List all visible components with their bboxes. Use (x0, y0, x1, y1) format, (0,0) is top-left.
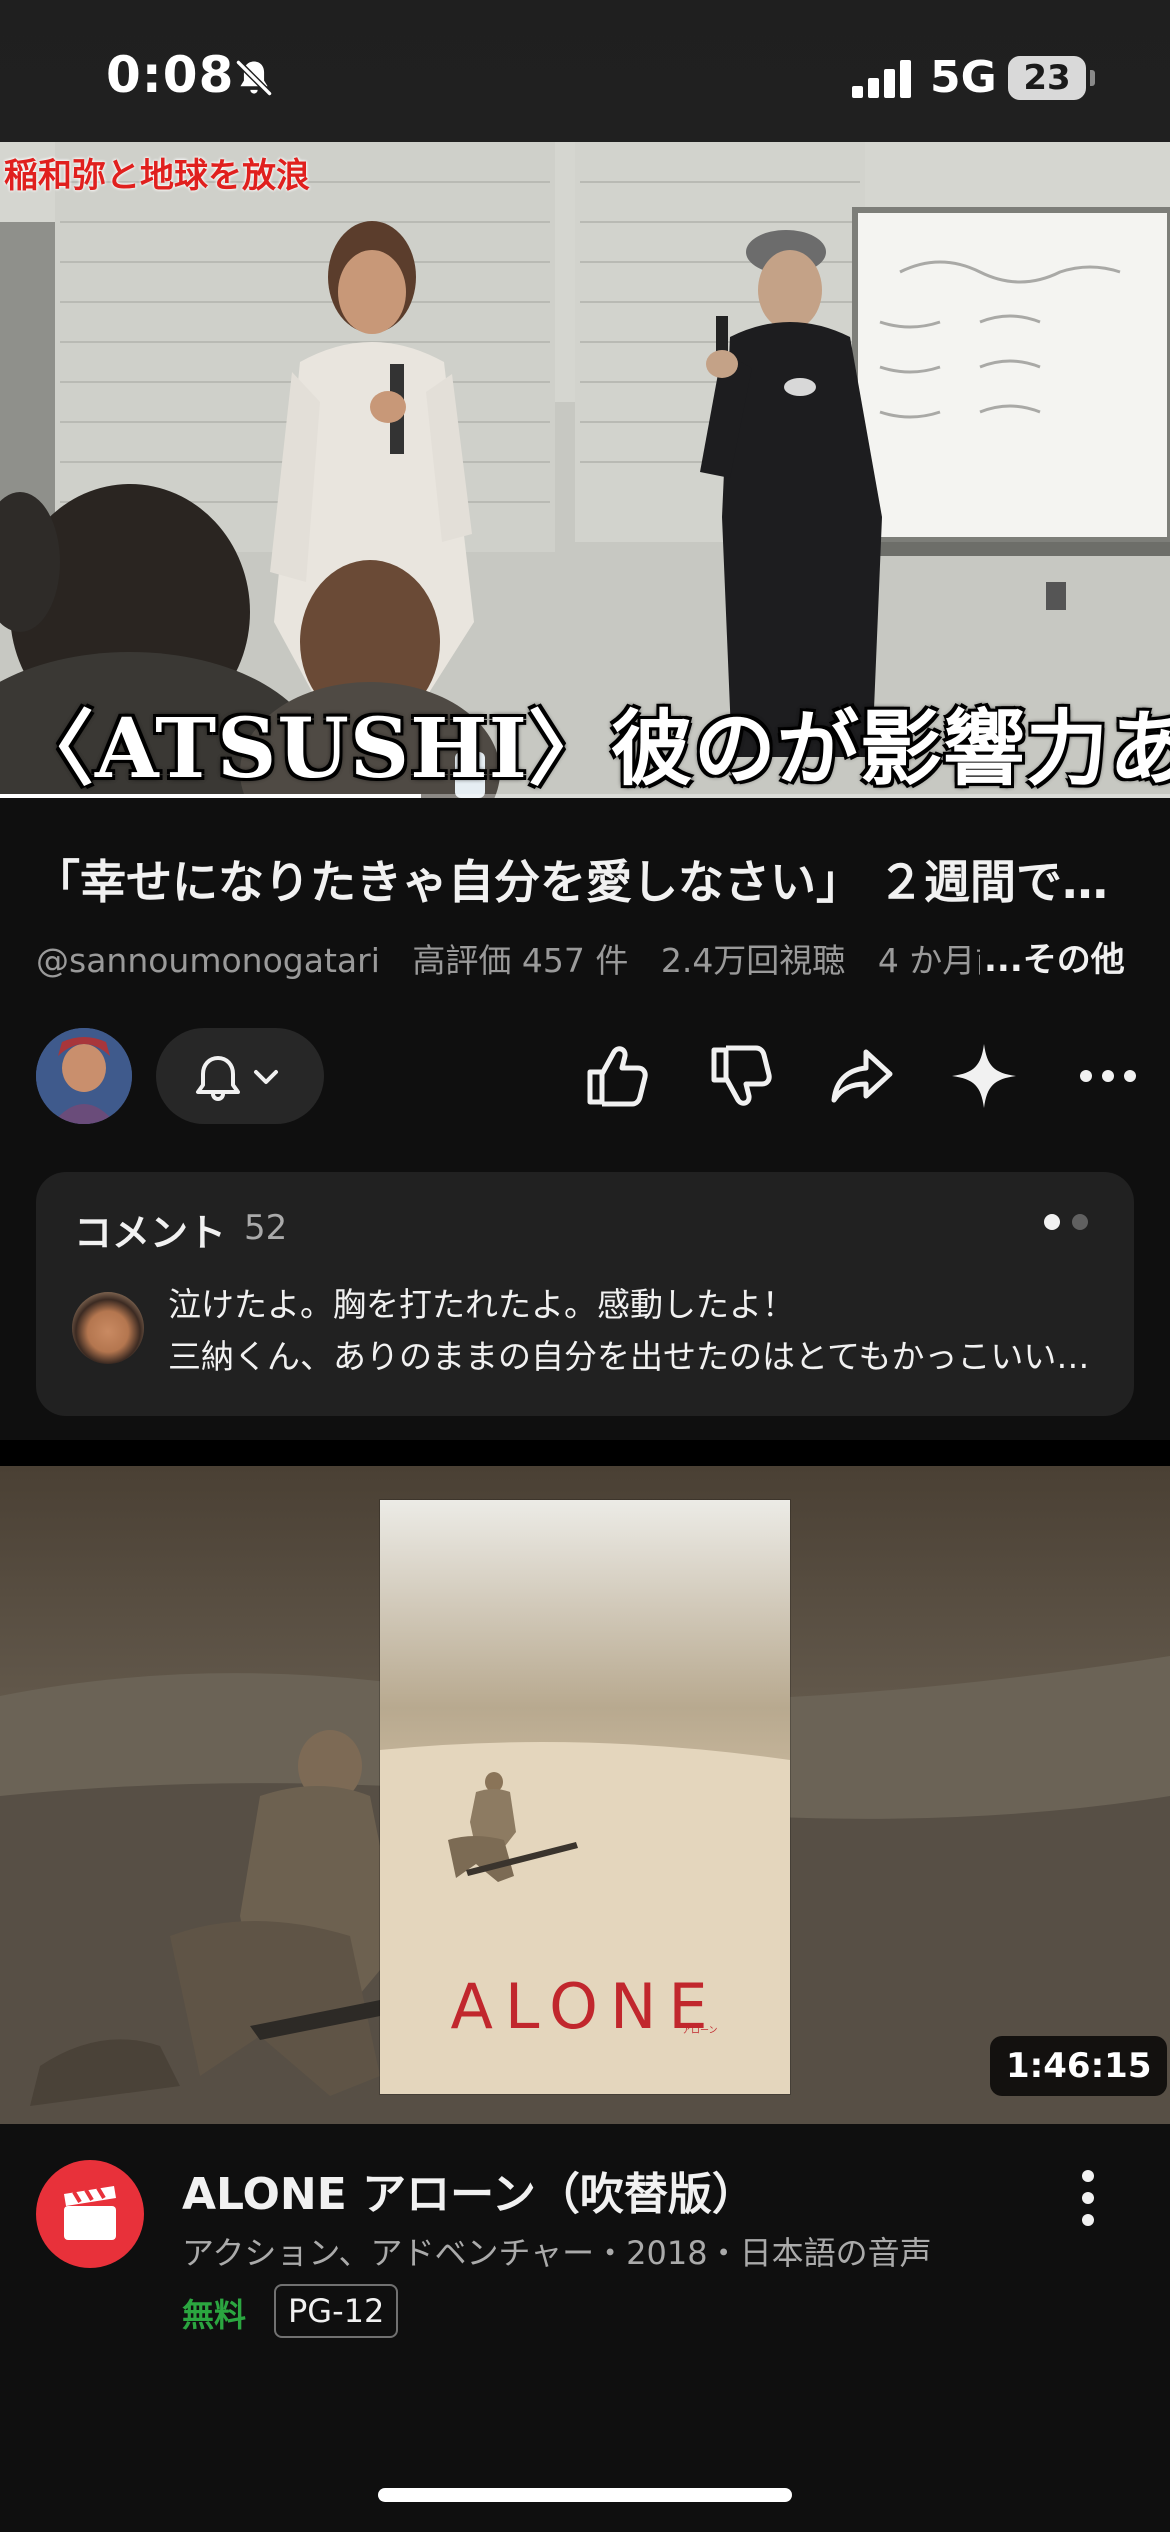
share-icon[interactable] (822, 1036, 902, 1116)
movie-rating-badge: PG-12 (274, 2284, 399, 2338)
more-vertical-icon[interactable] (1060, 2160, 1116, 2236)
poster-subtitle: アローン (682, 2026, 718, 2036)
comments-card[interactable]: コメント 52 泣けたよ。胸を打たれたよ。感動したよ！ 三納くん、ありのままの自… (36, 1172, 1134, 1416)
commenter-avatar (72, 1292, 144, 1364)
channel-handle[interactable]: @sannoumonogatari (36, 941, 380, 980)
movie-price: 無料 (182, 2296, 247, 2334)
comment-text-line-1: 泣けたよ。胸を打たれたよ。感動したよ！ (168, 1285, 795, 1324)
battery-icon: 23 (1008, 56, 1086, 100)
duration-badge: 1:46:15 (990, 2036, 1168, 2096)
clapperboard-icon (64, 2186, 116, 2240)
movie-title[interactable]: ALONE アローン（吹替版） (182, 2158, 756, 2222)
movie-poster: ALONE アローン (380, 1500, 790, 2094)
comments-label: コメント (74, 1211, 227, 1255)
more-info-link[interactable]: ...その他 (980, 932, 1125, 981)
notification-bell-button[interactable] (156, 1028, 324, 1124)
video-metadata[interactable]: @sannoumonogatari 高評価 457 件 2.4万回視聴 4 か月… (36, 934, 1030, 982)
movies-channel-logo[interactable] (36, 2160, 144, 2268)
video-player[interactable]: 稲和弥と地球を放浪 〈ATSUSHI〉彼のが影響力ある (0, 142, 1170, 798)
comments-count: 52 (244, 1208, 288, 1248)
poster-title: ALONE (450, 1970, 720, 2043)
movie-thumbnail[interactable]: ALONE アローン (0, 1466, 1170, 2124)
cellular-signal-icon (852, 60, 911, 98)
dislike-icon[interactable] (700, 1036, 780, 1116)
pager-dot-active (1044, 1214, 1060, 1230)
home-indicator[interactable] (378, 2488, 792, 2502)
status-bar: 0:08 5G 23 (0, 0, 1170, 142)
video-overlay-title: 稲和弥と地球を放浪 (4, 156, 310, 196)
comment-text-line-2: 三納くん、ありのままの自分を出せたのはとてもかっこいい… (168, 1337, 1090, 1376)
sparkle-icon[interactable] (944, 1036, 1024, 1116)
battery-cap (1090, 70, 1095, 86)
network-type: 5G (930, 52, 997, 103)
video-overlay-caption: 〈ATSUSHI〉彼のが影響力ある (12, 701, 1170, 797)
view-count: 2.4万回視聴 (660, 941, 846, 980)
channel-avatar-image (36, 1028, 132, 1124)
pager-dot (1072, 1214, 1088, 1230)
like-count: 高評価 457 件 (412, 941, 629, 980)
video-title[interactable]: 「幸せになりたきゃ自分を愛しなさい」 ２週間で… (34, 846, 1144, 912)
section-divider (0, 1440, 1170, 1466)
channel-avatar[interactable] (36, 1028, 132, 1124)
more-horizontal-icon[interactable] (1068, 1036, 1148, 1116)
video-progress-fill (0, 794, 422, 798)
bell-icon (196, 1056, 278, 1101)
movie-metadata: アクション、アドベンチャー・2018・日本語の音声 (182, 2234, 932, 2272)
bell-slash-icon (235, 59, 273, 97)
like-icon[interactable] (576, 1036, 656, 1116)
status-time: 0:08 (106, 46, 235, 104)
